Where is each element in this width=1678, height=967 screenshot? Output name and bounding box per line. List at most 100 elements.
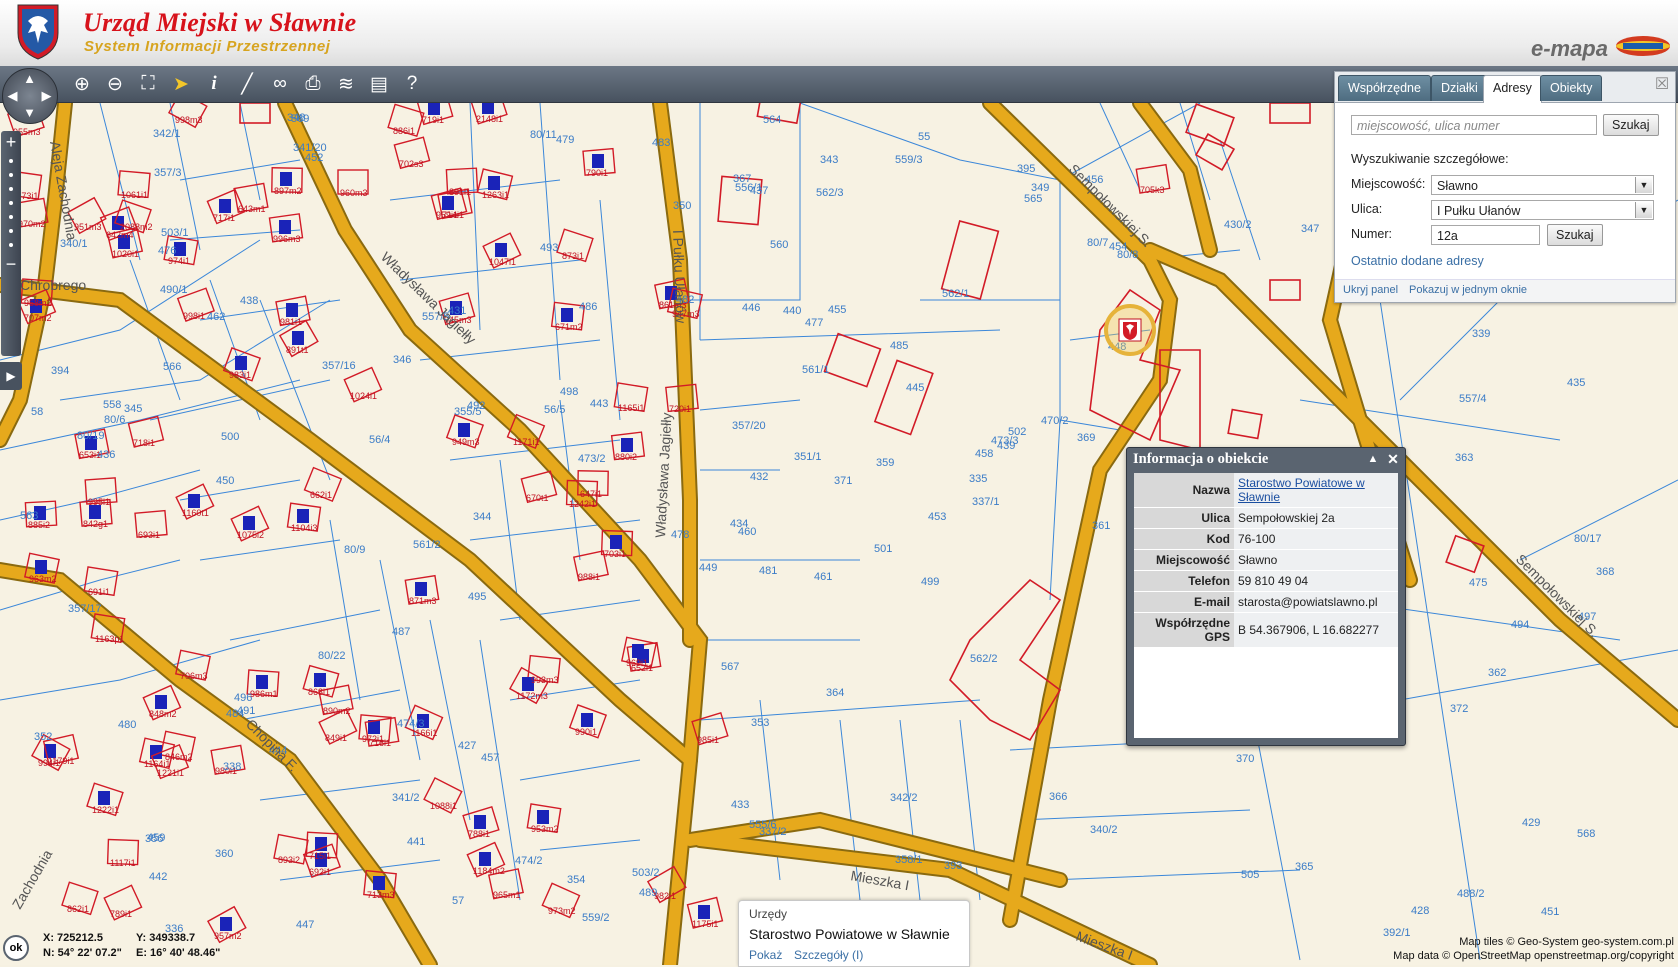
building-number-label: 993m3 <box>531 675 559 685</box>
pan-down-icon[interactable]: ▼ <box>23 106 36 119</box>
parcel-number-label: 499 <box>921 576 939 588</box>
zoom-slider[interactable]: + − <box>1 131 21 356</box>
ok-button[interactable]: ok <box>3 935 29 961</box>
parcel-number-label: 564 <box>763 114 781 126</box>
parcel-number-label: 438 <box>240 295 258 307</box>
parcel-number-label: 449 <box>699 562 717 574</box>
tab-dzialki[interactable]: Działki <box>1431 75 1488 101</box>
parcel-number-label: 347 <box>1301 223 1319 235</box>
info-key: Współrzędne GPS <box>1134 612 1234 648</box>
building-number-label: 953m2 <box>531 824 559 834</box>
parcel-number-label: 503/1 <box>161 227 189 239</box>
poi-show-link[interactable]: Pokaż <box>749 948 782 962</box>
measure-icon[interactable]: ╱ <box>234 71 260 97</box>
tab-obiekty[interactable]: Obiekty <box>1540 75 1603 101</box>
building-number-label: 990i1 <box>575 727 597 737</box>
help-icon[interactable]: ? <box>399 71 425 97</box>
parcel-number-label: 366 <box>1049 791 1067 803</box>
parcel-number-label: 57 <box>452 895 464 907</box>
zoom-level-dot[interactable] <box>9 215 13 219</box>
building-number-label: 988i1 <box>578 572 600 582</box>
recent-addresses-link[interactable]: Ostatnio dodane adresy <box>1351 254 1484 268</box>
street-label-sempolowskiej-1: Sempołowskiej S. <box>1066 161 1155 250</box>
building-number-label: 1024i1 <box>350 391 377 401</box>
parcel-number-label: 80/6 <box>104 414 125 426</box>
zoom-level-dot[interactable] <box>9 159 13 163</box>
building-number-label: 886i1 <box>393 126 415 136</box>
parcel-number-label: 561/1 <box>802 364 830 376</box>
building-number-label: 788i1 <box>468 829 490 839</box>
building-number-label: 691i1 <box>88 587 110 597</box>
parcel-number-label: 353 <box>751 717 769 729</box>
number-input[interactable]: 12a <box>1431 225 1540 245</box>
parcel-number-label: 80/19 <box>77 430 105 442</box>
building-number-label: 2088m2 <box>120 222 153 232</box>
parcel-number-label: 56/5 <box>544 404 565 416</box>
town-select[interactable]: Sławno ▼ <box>1431 175 1654 195</box>
parcel-number-label: 486 <box>579 301 597 313</box>
zoom-level-dot[interactable] <box>9 173 13 177</box>
parcel-number-label: 455 <box>828 304 846 316</box>
address-point-icon <box>581 713 593 727</box>
close-icon[interactable]: ✕ <box>1385 451 1401 467</box>
expand-side-icon[interactable]: ▶ <box>0 362 22 390</box>
layers-icon[interactable]: ≋ <box>333 71 359 97</box>
info-key: Kod <box>1134 528 1234 550</box>
pan-control[interactable]: ▲ ▼ ◀ ▶ <box>2 68 58 124</box>
layout-icon[interactable]: ▤ <box>366 71 392 97</box>
collapse-icon[interactable]: ▲ <box>1365 451 1381 467</box>
poi-details-link[interactable]: Szczegóły (I) <box>794 948 863 962</box>
zoom-level-dot[interactable] <box>9 243 13 247</box>
parcel-number-label: 344 <box>473 511 491 523</box>
parcel-number-label: 503/2 <box>632 867 660 879</box>
building-number-label: 842g1 <box>83 519 108 529</box>
info-row-street: Ulica Sempołowskiej 2a <box>1134 507 1398 529</box>
quick-search-button[interactable]: Szukaj <box>1603 114 1659 136</box>
building-number-label: 1184m2 <box>473 866 505 876</box>
building-number-label: 717i1 <box>213 213 235 223</box>
parcel-number-label: 346 <box>393 354 411 366</box>
building-number-label: 849i1 <box>325 733 347 743</box>
pan-left-icon[interactable]: ◀ <box>6 89 19 102</box>
geo-system-logo-icon <box>1616 36 1670 56</box>
building-number-label: 998i1 <box>183 311 205 321</box>
building-number-label: 873i1 <box>562 251 584 261</box>
parcel-number-label: 342/1 <box>153 128 181 140</box>
building-number-label: 963m2 <box>29 574 57 584</box>
chevron-down-icon[interactable]: ▼ <box>1635 177 1652 193</box>
tab-wspolrzedne[interactable]: Współrzędne <box>1338 75 1431 101</box>
quick-search-input[interactable]: miejscowość, ulica numer <box>1351 115 1597 135</box>
print-icon[interactable]: ⎙ <box>300 71 326 97</box>
search-tabs: Współrzędne Działki Adresy Obiekty ☒ <box>1335 72 1675 103</box>
zoom-minus-icon[interactable]: − <box>1 255 21 273</box>
street-select[interactable]: I Pułku Ułanów ▼ <box>1431 200 1654 220</box>
close-icon[interactable]: ☒ <box>1654 77 1670 93</box>
zoom-extent-icon[interactable]: ⛶ <box>135 71 161 97</box>
parcel-number-label: 80/22 <box>318 650 346 662</box>
select-pointer-icon[interactable]: ➤ <box>168 71 194 97</box>
object-name-link[interactable]: Starostwo Powiatowe w Sławnie <box>1238 476 1365 504</box>
zoom-plus-icon[interactable]: + <box>1 133 21 151</box>
link-icon[interactable]: ∞ <box>267 71 293 97</box>
chevron-down-icon[interactable]: ▼ <box>1635 202 1652 218</box>
building-number-label: 965m1 <box>493 890 521 900</box>
address-point-icon <box>610 535 622 549</box>
pan-up-icon[interactable]: ▲ <box>23 72 36 85</box>
single-window-link[interactable]: Pokazuj w jednym oknie <box>1409 284 1527 296</box>
pan-right-icon[interactable]: ▶ <box>40 89 53 102</box>
detail-search-button[interactable]: Szukaj <box>1547 224 1603 246</box>
info-icon[interactable]: i <box>201 71 227 97</box>
zoom-out-icon[interactable]: ⊖ <box>102 71 128 97</box>
zoom-level-dot[interactable] <box>9 187 13 191</box>
parcel-number-label: 357/16 <box>322 360 356 372</box>
zoom-level-dot[interactable] <box>9 201 13 205</box>
hide-panel-link[interactable]: Ukryj panel <box>1343 284 1398 296</box>
info-table: Nazwa Starostwo Powiatowe w Sławnie Ulica… <box>1134 473 1398 648</box>
address-point-icon <box>482 103 494 114</box>
tab-adresy[interactable]: Adresy <box>1483 75 1542 103</box>
zoom-level-dot[interactable] <box>9 229 13 233</box>
zoom-in-icon[interactable]: ⊕ <box>69 71 95 97</box>
parcel-number-label: 370 <box>1236 753 1254 765</box>
parcel-number-label: 362 <box>1488 667 1506 679</box>
parcel-number-label: 441 <box>407 836 425 848</box>
